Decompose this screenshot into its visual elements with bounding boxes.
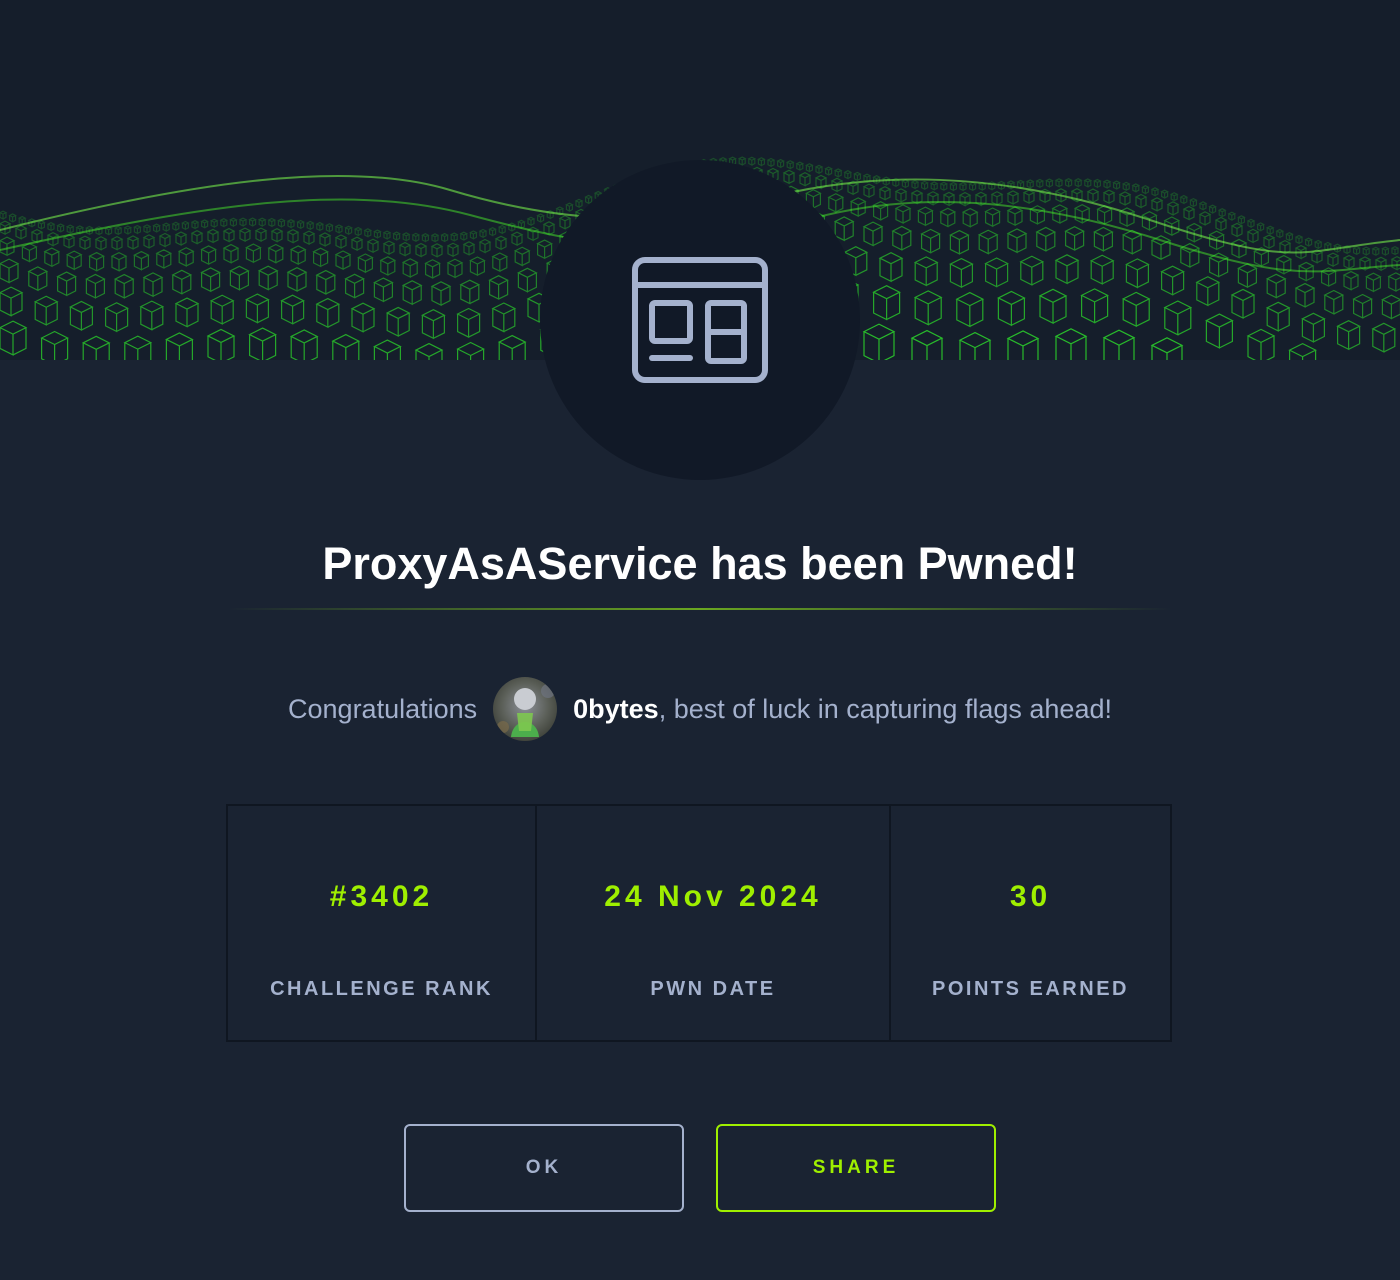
- challenge-rank-label: CHALLENGE RANK: [270, 978, 493, 1000]
- stat-points-earned: 30 POINTS EARNED: [889, 806, 1170, 1040]
- points-earned-label: POINTS EARNED: [932, 978, 1129, 1000]
- header-band: [0, 0, 1400, 140]
- title-divider: [228, 608, 1172, 610]
- stats-table: #3402 CHALLENGE RANK 24 Nov 2024 PWN DAT…: [226, 804, 1172, 1042]
- challenge-icon-badge: [540, 160, 860, 480]
- stat-pwn-date: 24 Nov 2024 PWN DATE: [535, 806, 889, 1040]
- share-button[interactable]: SHARE: [716, 1124, 996, 1212]
- username[interactable]: 0bytes: [573, 694, 659, 725]
- web-browser-window-icon: [632, 257, 768, 383]
- stat-challenge-rank: #3402 CHALLENGE RANK: [228, 806, 535, 1040]
- congratulations-message: Congratulations 0bytes , best of luck in…: [0, 676, 1400, 742]
- challenge-rank-value: #3402: [329, 880, 434, 913]
- pwn-date-value: 24 Nov 2024: [604, 880, 822, 913]
- congrats-suffix: , best of luck in capturing flags ahead!: [658, 693, 1112, 724]
- user-avatar-image: [493, 677, 558, 741]
- points-earned-value: 30: [1009, 880, 1052, 913]
- pwned-title: ProxyAsAService has been Pwned!: [322, 538, 1078, 589]
- pwn-date-label: PWN DATE: [650, 978, 776, 1000]
- avatar[interactable]: [493, 677, 558, 741]
- ok-button[interactable]: OK: [404, 1124, 684, 1212]
- congrats-prefix: Congratulations: [288, 693, 478, 724]
